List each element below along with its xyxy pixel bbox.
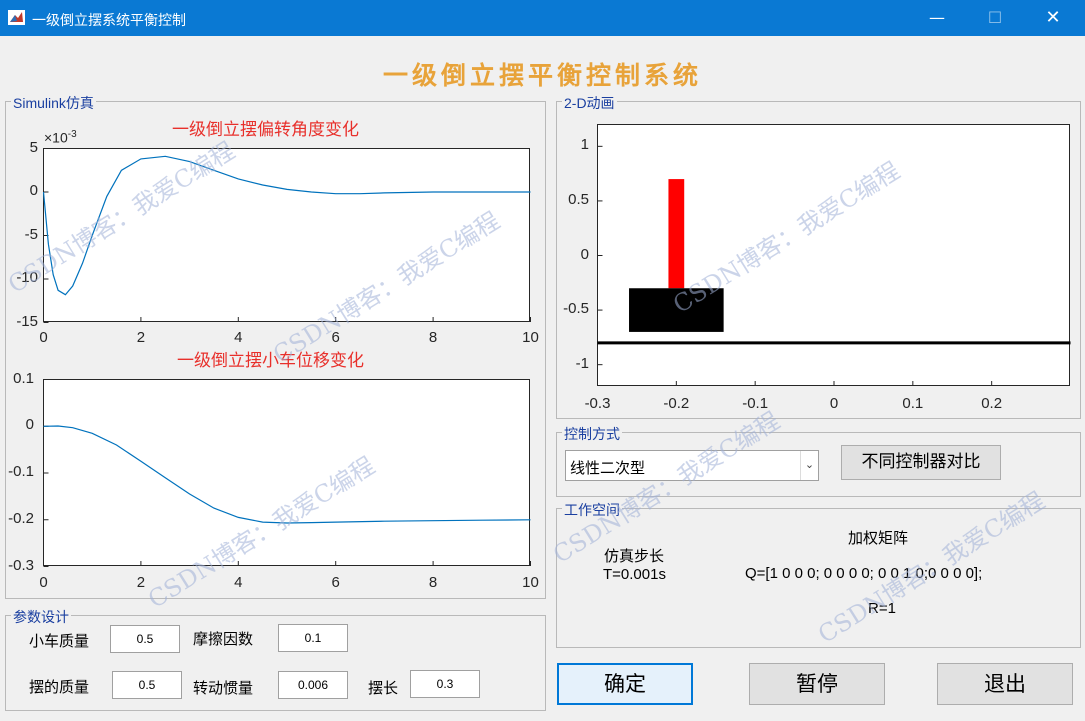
step-title: 仿真步长 [604,548,665,565]
close-button[interactable]: ✕ [1030,0,1076,36]
angle-ytick-label: -10 [16,269,38,286]
anim-ytick-label: 1 [580,136,589,154]
chevron-down-icon[interactable]: ⌄ [800,451,818,480]
cart-xtick-label: 4 [234,574,243,591]
maximize-button[interactable]: ☐ [972,0,1018,36]
title-bar: 一级倒立摆系统平衡控制 — ☐ ✕ [0,0,1085,36]
pause-button[interactable]: 暂停 [749,663,885,705]
cart-ytick-label: 0 [25,416,34,434]
friction-input[interactable]: 0.1 [278,624,348,652]
control-method-select[interactable]: 线性二次型 ⌄ [565,450,819,481]
angle-xtick-label: 8 [428,329,438,346]
angle-ytick-label: 5 [29,138,38,156]
cart-xtick-label: 10 [522,574,539,591]
friction-label: 摩擦因数 [193,630,254,648]
r-value: R=1 [868,600,896,617]
cart-xtick-label: 8 [428,574,438,591]
cart-ytick-label: -0.1 [8,463,34,480]
anim-xtick-label: -0.3 [584,395,611,412]
anim-xtick-label: 0.2 [981,395,1003,412]
simulink-panel-label: Simulink仿真 [11,93,96,113]
angle-ytick-label: 0 [29,182,38,199]
cart-ytick-label: -0.3 [8,556,34,574]
anim-xtick-label: -0.1 [742,395,769,412]
cart-mass-input[interactable]: 0.5 [110,625,180,653]
anim-ytick-label: -1 [575,354,589,372]
angle-xtick-label: 6 [331,329,340,346]
cart-mass-label: 小车质量 [29,632,90,650]
angle-xtick-label: 10 [522,329,539,346]
ok-button[interactable]: 确定 [557,663,693,705]
anim-ytick-label: 0 [580,245,589,263]
control-panel-label: 控制方式 [562,424,622,444]
matlab-icon [8,10,25,25]
workspace-panel-label: 工作空间 [562,500,622,520]
angle-ytick-label: -15 [16,312,38,330]
inertia-label: 转动惯量 [193,679,254,697]
minimize-button[interactable]: — [914,0,960,36]
inertia-input[interactable]: 0.006 [278,671,348,699]
angle-xtick-label: 2 [136,329,146,346]
anim-ytick-label: -0.5 [563,300,589,318]
cart-plot [43,379,531,567]
cart-xtick-label: 0 [39,574,48,591]
anim-xtick-label: 0 [829,395,839,412]
cart-xtick-label: 2 [136,574,146,591]
pendulum-rod [668,179,685,289]
angle-ytick-label: -5 [24,225,38,243]
q-matrix-value: Q=[1 0 0 0; 0 0 0 0; 0 0 1 0;0 0 0 0]; [745,565,983,582]
angle-xtick-label: 0 [39,329,48,346]
angle-plot [43,148,531,323]
cart-block [629,288,724,332]
angle-exponent-label: ×10-3 [44,129,77,146]
cart-ytick-label: 0.1 [13,369,34,387]
control-method-value: 线性二次型 [570,459,646,477]
animation-panel-label: 2-D动画 [562,93,617,113]
length-label: 摆长 [368,679,399,697]
anim-ytick-label: 0.5 [568,190,589,208]
cart-plot-title: 一级倒立摆小车位移变化 [177,351,364,371]
compare-controllers-button[interactable]: 不同控制器对比 [841,445,1001,480]
pendulum-mass-input[interactable]: 0.5 [112,671,182,699]
anim-xtick-label: 0.1 [902,395,924,412]
matrix-title: 加权矩阵 [848,530,909,547]
main-title: 一级倒立摆平衡控制系统 [382,61,702,90]
length-input[interactable]: 0.3 [410,670,480,698]
pendulum-mass-label: 摆的质量 [29,678,90,696]
exit-button[interactable]: 退出 [937,663,1073,705]
angle-plot-title: 一级倒立摆偏转角度变化 [172,120,359,140]
cart-xtick-label: 6 [331,574,340,591]
window-title: 一级倒立摆系统平衡控制 [32,13,186,29]
params-panel-label: 参数设计 [11,607,71,627]
cart-ytick-label: -0.2 [8,509,34,527]
animation-plot [597,124,1071,386]
anim-xtick-label: -0.2 [663,395,690,412]
step-value: T=0.001s [603,566,666,583]
angle-xtick-label: 4 [234,329,243,346]
